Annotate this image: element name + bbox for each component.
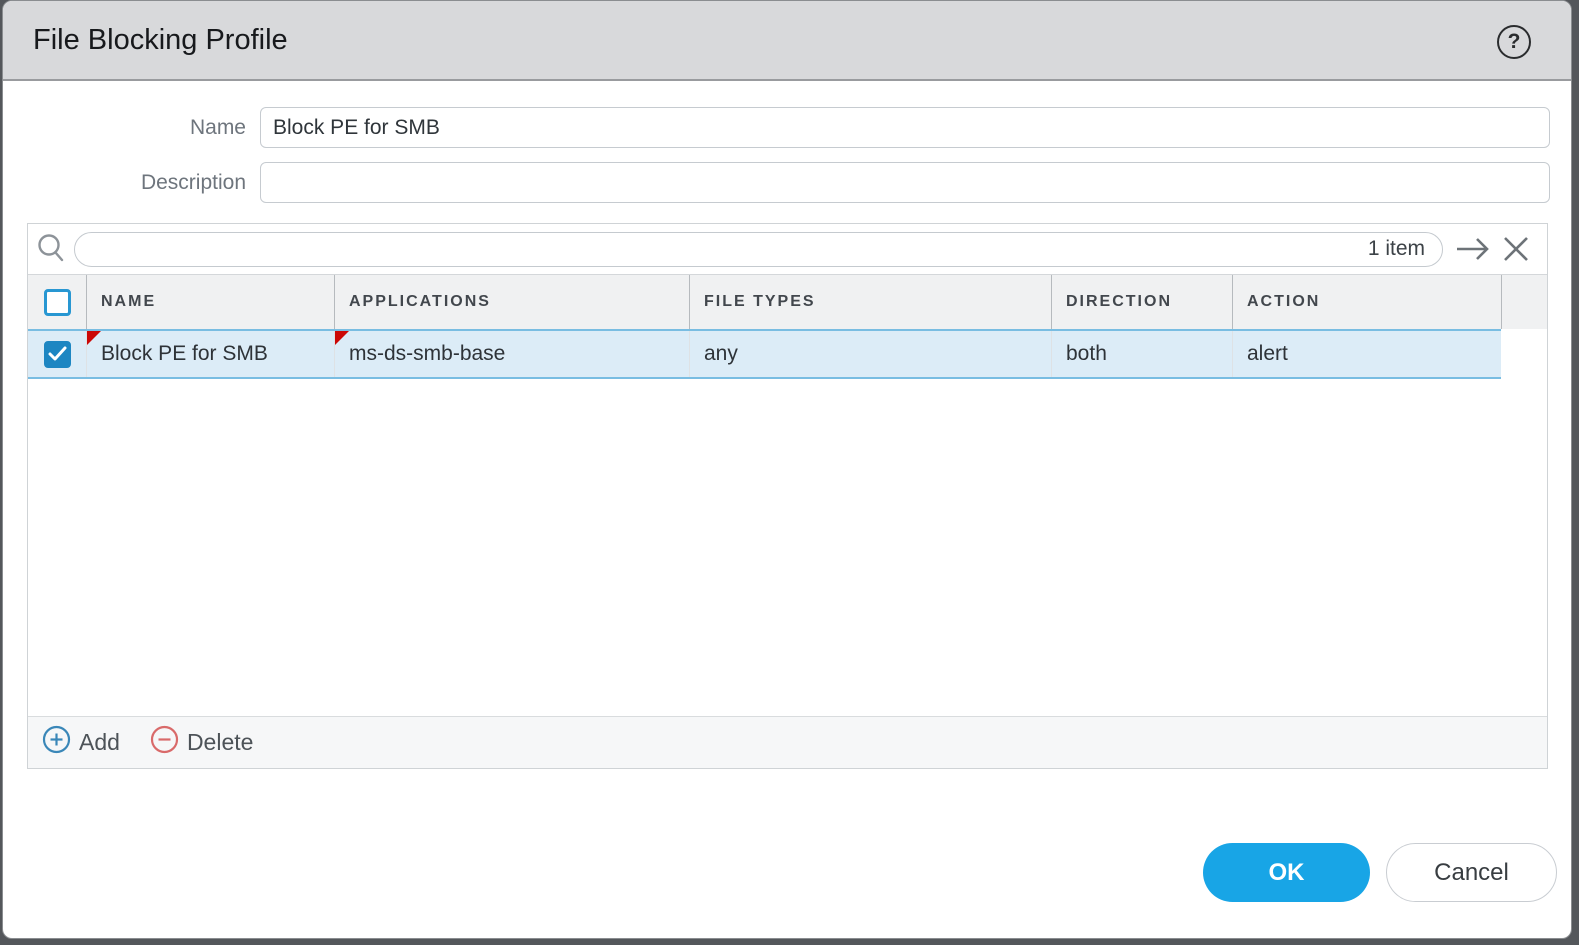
- column-header-applications[interactable]: APPLICATIONS: [334, 275, 689, 329]
- row-cell-file-types: any: [689, 331, 1051, 377]
- table-toolbar: Add Delete: [28, 716, 1547, 768]
- rule-name-text: Block PE for SMB: [101, 342, 268, 366]
- select-all-checkbox[interactable]: [44, 289, 71, 316]
- rule-action-text: alert: [1247, 342, 1288, 366]
- column-header-name[interactable]: NAME: [86, 275, 334, 329]
- item-count-badge: 1 item: [1368, 237, 1442, 261]
- name-input[interactable]: [260, 107, 1550, 148]
- rule-file-types-text: any: [704, 342, 738, 366]
- name-row: Name: [3, 107, 1571, 148]
- rules-panel: 1 item NAME APPLICATIONS FILE TYP: [27, 223, 1548, 769]
- description-row: Description: [3, 162, 1571, 203]
- search-input[interactable]: 1 item: [74, 232, 1443, 267]
- row-cell-direction: both: [1051, 331, 1232, 377]
- row-cell-action: alert: [1232, 331, 1501, 377]
- name-label: Name: [3, 116, 260, 140]
- description-label: Description: [3, 171, 260, 195]
- row-cell-name: Block PE for SMB: [86, 331, 334, 377]
- help-icon[interactable]: ?: [1497, 25, 1531, 59]
- profile-form: Name Description: [3, 107, 1571, 203]
- rule-direction-text: both: [1066, 342, 1107, 366]
- table-row[interactable]: Block PE for SMB ms-ds-smb-base any both…: [28, 329, 1501, 379]
- search-bar: 1 item: [28, 224, 1547, 274]
- cancel-button[interactable]: Cancel: [1386, 843, 1557, 902]
- dialog-titlebar: File Blocking Profile ?: [3, 1, 1571, 81]
- delete-button-label: Delete: [187, 729, 253, 756]
- clear-filter-icon[interactable]: [1499, 232, 1533, 266]
- select-all-cell: [28, 275, 86, 329]
- description-input[interactable]: [260, 162, 1550, 203]
- row-cell-applications: ms-ds-smb-base: [334, 331, 689, 377]
- delete-button[interactable]: Delete: [150, 725, 253, 760]
- table-empty-area: [28, 379, 1547, 716]
- search-icon: [36, 233, 68, 265]
- ok-button[interactable]: OK: [1203, 843, 1370, 902]
- dialog-title: File Blocking Profile: [3, 24, 288, 57]
- add-button[interactable]: Add: [42, 725, 120, 760]
- row-checkbox-cell: [28, 331, 86, 377]
- add-icon: [42, 725, 71, 760]
- file-blocking-profile-dialog: File Blocking Profile ? Name Description…: [2, 0, 1572, 939]
- apply-filter-arrow-icon[interactable]: [1453, 232, 1493, 266]
- table-header: NAME APPLICATIONS FILE TYPES DIRECTION A…: [28, 274, 1547, 329]
- column-header-gutter: [1501, 275, 1547, 329]
- row-checkbox[interactable]: [44, 341, 71, 368]
- add-button-label: Add: [79, 729, 120, 756]
- column-header-file-types[interactable]: FILE TYPES: [689, 275, 1051, 329]
- delete-icon: [150, 725, 179, 760]
- rule-applications-text: ms-ds-smb-base: [349, 342, 505, 366]
- column-header-action[interactable]: ACTION: [1232, 275, 1501, 329]
- column-header-direction[interactable]: DIRECTION: [1051, 275, 1232, 329]
